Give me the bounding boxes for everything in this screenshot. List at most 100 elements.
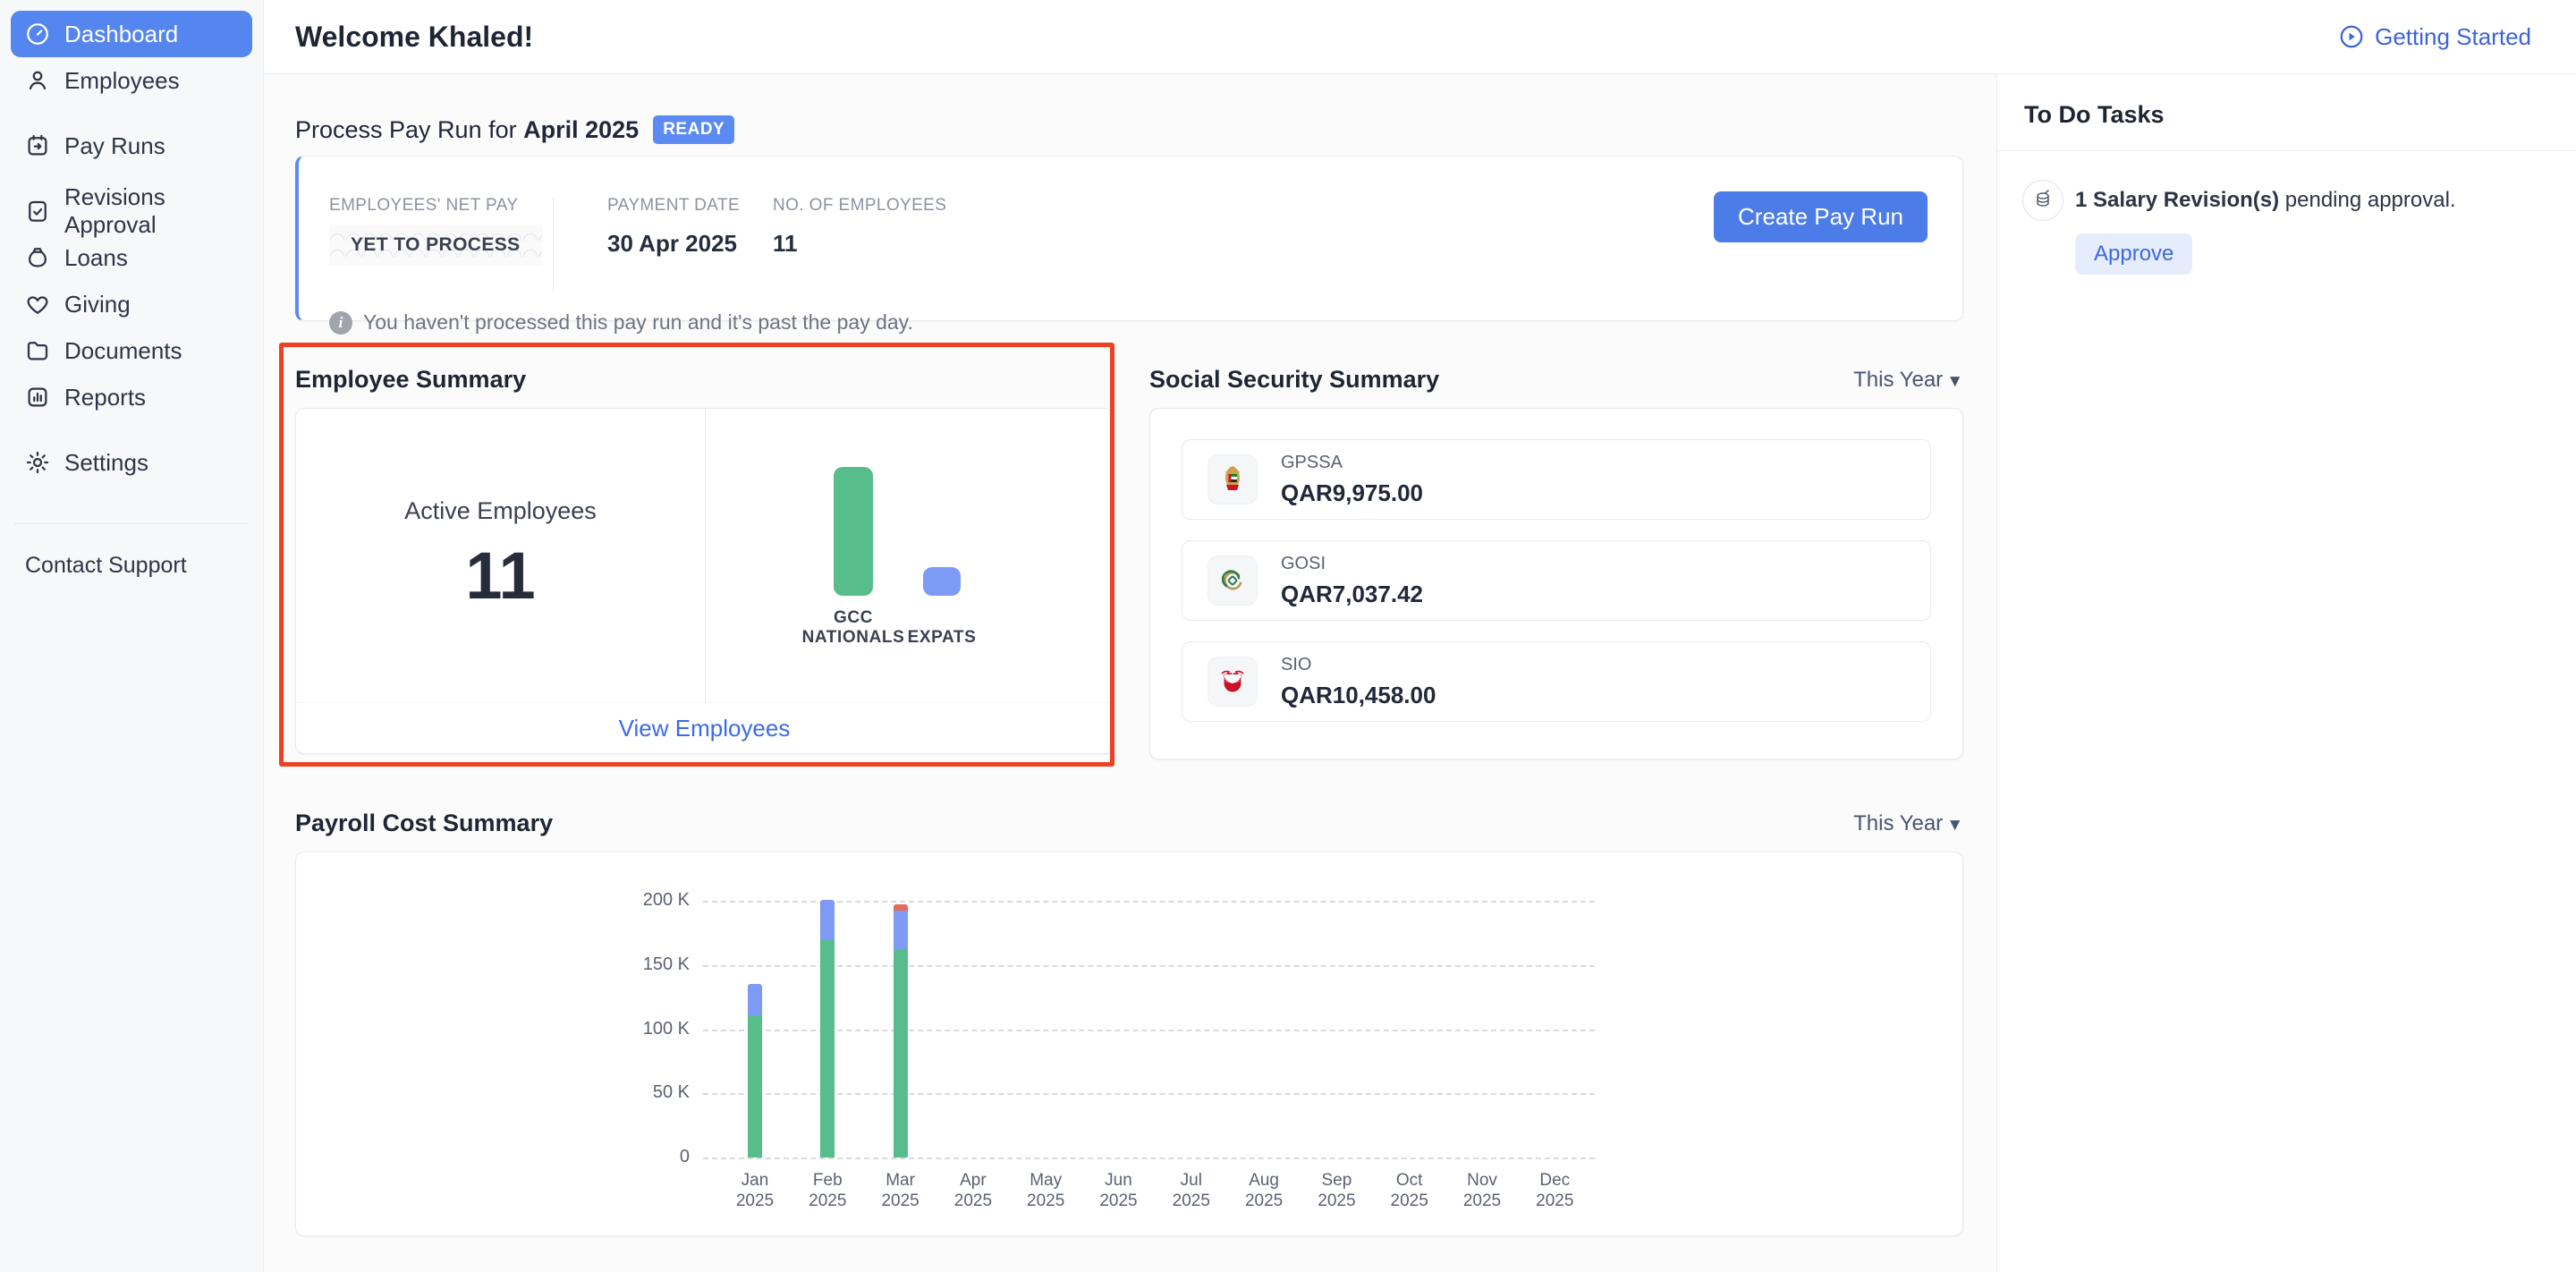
social-security-amount: QAR10,458.00: [1281, 682, 1436, 709]
payroll-bar-segment: [748, 1015, 762, 1158]
payroll-bar-segment: [894, 911, 908, 949]
pay-run-period: April 2025: [523, 116, 639, 143]
page-title: Welcome Khaled!: [295, 21, 533, 54]
net-pay-field: EMPLOYEES' NET PAY YET TO PROCESS: [329, 196, 553, 266]
sidebar-item-label: Settings: [64, 449, 148, 477]
payroll-bar-segment: [820, 940, 835, 1158]
social-security-range-dropdown[interactable]: This Year▼: [1853, 368, 1963, 393]
employee-summary-section: Employee Summary Active Employees 11 GCC…: [295, 366, 1114, 759]
getting-started-label: Getting Started: [2375, 23, 2531, 51]
payroll-cost-title: Payroll Cost Summary: [295, 810, 553, 837]
todo-task-description: pending approval.: [2279, 188, 2455, 212]
active-employees-label: Active Employees: [404, 497, 597, 525]
active-employees-count: 11: [465, 538, 535, 614]
chart-gridline: [703, 901, 1595, 903]
employee-bar: [834, 467, 873, 596]
payment-date-label: PAYMENT DATE: [607, 196, 773, 216]
employee-bar-label: EXPATS: [870, 628, 1013, 648]
sidebar-item-label: Giving: [64, 291, 131, 318]
getting-started-link[interactable]: Getting Started: [2338, 23, 2531, 51]
gosi-logo-icon: [1208, 555, 1258, 606]
payroll-bar-segment: [748, 984, 762, 1014]
sidebar-item-label: Documents: [64, 337, 182, 365]
documents-icon: [24, 337, 51, 364]
chevron-down-icon: ▼: [1946, 372, 1963, 391]
topbar: Welcome Khaled! Getting Started: [264, 0, 2576, 74]
y-axis-tick-label: 150 K: [609, 954, 690, 975]
employee-count-field: NO. OF EMPLOYEES 11: [773, 196, 946, 258]
main-area: Welcome Khaled! Getting Started Process …: [264, 0, 2576, 1272]
payroll-cost-section: Payroll Cost Summary This Year▼ 050 K100…: [295, 810, 1963, 1236]
view-employees-link[interactable]: View Employees: [619, 715, 791, 742]
sidebar: Dashboard Employees Pay Runs Revisions A…: [0, 0, 264, 1272]
uae-emblem-icon: [1208, 454, 1258, 505]
social-security-card: GPSSA QAR9,975.00 GOSI QAR7,037.42: [1149, 408, 1963, 759]
loans-icon: [24, 244, 51, 271]
sidebar-item-dashboard[interactable]: Dashboard: [11, 11, 252, 57]
todo-task-item: 1 Salary Revision(s) pending approval. A…: [1997, 151, 2576, 303]
employee-summary-chart: GCC NATIONALSEXPATS: [706, 409, 1113, 702]
social-security-title: Social Security Summary: [1149, 366, 1439, 394]
sidebar-divider: [14, 523, 249, 524]
payroll-bar-segment: [820, 900, 835, 941]
payroll-bar-segment: [894, 904, 908, 911]
todo-header: To Do Tasks: [1997, 74, 2576, 151]
net-pay-value: YET TO PROCESS: [329, 225, 542, 266]
chart-gridline: [703, 1158, 1595, 1159]
revisions-approval-icon: [24, 198, 51, 225]
employee-summary-title: Employee Summary: [295, 366, 1114, 394]
approve-button[interactable]: Approve: [2075, 233, 2192, 275]
employee-bar: [923, 567, 961, 596]
reports-icon: [24, 384, 51, 411]
todo-title: To Do Tasks: [2024, 101, 2549, 129]
y-axis-tick-label: 0: [609, 1147, 690, 1167]
employee-count-label: NO. OF EMPLOYEES: [773, 196, 946, 216]
social-security-name: GOSI: [1281, 554, 1423, 574]
salary-coins-icon: [2022, 180, 2063, 221]
social-security-amount: QAR9,975.00: [1281, 479, 1423, 507]
pay-run-note: i You haven't processed this pay run and…: [329, 310, 1927, 335]
sidebar-item-giving[interactable]: Giving: [11, 281, 252, 327]
sidebar-item-pay-runs[interactable]: Pay Runs: [11, 123, 252, 169]
process-pay-run-section: Process Pay Run for April 2025 READY EMP…: [295, 115, 1963, 321]
payroll-bar-segment: [894, 950, 908, 1158]
pay-run-note-text: You haven't processed this pay run and i…: [363, 310, 913, 335]
pay-runs-icon: [24, 132, 51, 159]
employee-count-value: 11: [773, 230, 946, 258]
social-security-row-sio[interactable]: SIO QAR10,458.00: [1182, 641, 1931, 722]
todo-panel: To Do Tasks 1 Salary Revision(s) pending…: [1996, 74, 2576, 1272]
sidebar-item-employees[interactable]: Employees: [11, 57, 252, 104]
social-security-amount: QAR7,037.42: [1281, 581, 1423, 608]
dashboard-content: Process Pay Run for April 2025 READY EMP…: [264, 74, 1996, 1272]
sidebar-item-label: Reports: [64, 384, 146, 411]
social-security-row-gpssa[interactable]: GPSSA QAR9,975.00: [1182, 439, 1931, 520]
contact-support-link[interactable]: Contact Support: [0, 553, 263, 579]
sidebar-item-reports[interactable]: Reports: [11, 374, 252, 420]
sidebar-item-label: Revisions Approval: [64, 183, 239, 239]
y-axis-tick-label: 100 K: [609, 1019, 690, 1039]
social-security-section: Social Security Summary This Year▼ GPSSA…: [1149, 366, 1963, 759]
create-pay-run-button[interactable]: Create Pay Run: [1714, 191, 1928, 242]
social-security-name: SIO: [1281, 655, 1436, 675]
todo-task-text: 1 Salary Revision(s) pending approval.: [2075, 180, 2456, 214]
employee-summary-footer: View Employees: [296, 702, 1113, 753]
sidebar-item-documents[interactable]: Documents: [11, 327, 252, 374]
field-divider: [553, 198, 554, 292]
x-axis-tick-label: Dec 2025: [1505, 1170, 1604, 1211]
pay-run-title-prefix: Process Pay Run for: [295, 116, 517, 143]
sidebar-item-label: Pay Runs: [64, 132, 165, 160]
social-security-name: GPSSA: [1281, 453, 1423, 473]
payment-date-field: PAYMENT DATE 30 Apr 2025: [607, 196, 773, 258]
dashboard-icon: [24, 21, 51, 47]
social-security-row-gosi[interactable]: GOSI QAR7,037.42: [1182, 540, 1931, 621]
payment-date-value: 30 Apr 2025: [607, 230, 773, 258]
sidebar-item-revisions-approval[interactable]: Revisions Approval: [11, 188, 252, 234]
chart-gridline: [703, 1030, 1595, 1031]
chart-gridline: [703, 1093, 1595, 1095]
bahrain-emblem-icon: [1208, 657, 1258, 707]
sidebar-item-loans[interactable]: Loans: [11, 234, 252, 281]
payroll-cost-range-dropdown[interactable]: This Year▼: [1853, 811, 1963, 836]
sidebar-item-settings[interactable]: Settings: [11, 439, 252, 486]
sidebar-group-gap: [0, 104, 263, 123]
y-axis-tick-label: 200 K: [609, 890, 690, 911]
